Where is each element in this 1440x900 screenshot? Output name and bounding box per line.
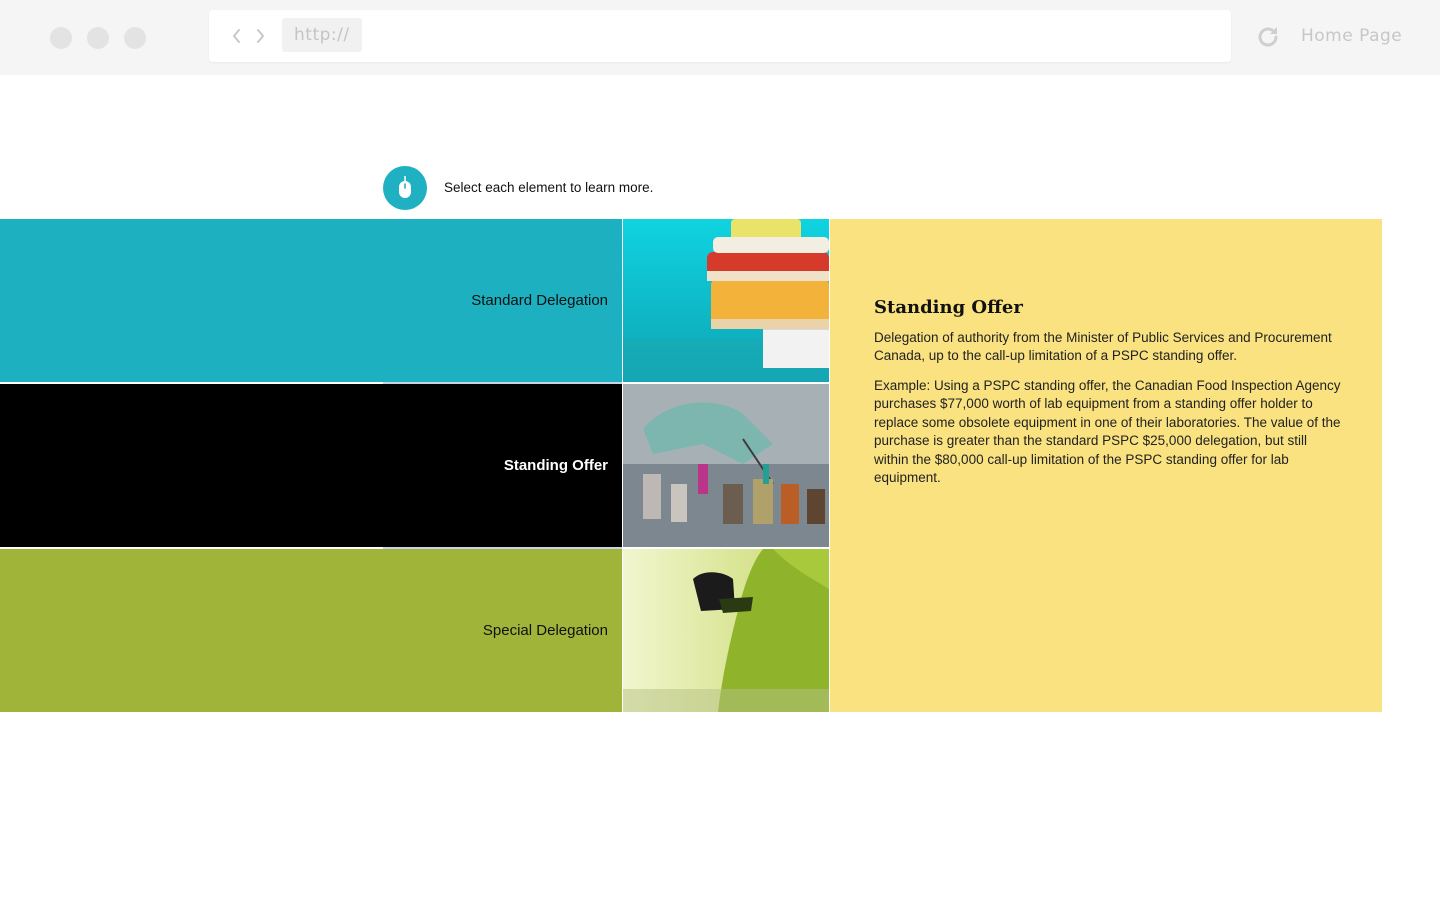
car-image[interactable] [623, 549, 829, 712]
panel-description: Delegation of authority from the Ministe… [874, 330, 1332, 364]
lab-image[interactable] [623, 384, 829, 547]
option-label: Standard Delegation [471, 291, 608, 309]
instruction-text: Select each element to learn more. [444, 180, 654, 195]
reload-icon[interactable] [1255, 24, 1281, 50]
mouse-icon [383, 166, 427, 210]
window-maximize-dot[interactable] [124, 27, 146, 49]
browser-toolbar: http:// Home Page [0, 0, 1440, 75]
info-panel: Standing Offer Delegation of authority f… [830, 219, 1382, 712]
row-divider [383, 547, 622, 549]
home-page-link[interactable]: Home Page [1301, 24, 1402, 48]
row-divider [383, 382, 622, 384]
window-minimize-dot[interactable] [87, 27, 109, 49]
option-label: Special Delegation [482, 621, 608, 639]
chevron-left-icon[interactable] [229, 26, 245, 46]
option-label: Standing Offer [503, 456, 608, 474]
panel-title: Standing Offer [874, 297, 1023, 318]
option-standing-offer[interactable]: Standing Offer [0, 384, 622, 547]
chevron-right-icon[interactable] [252, 26, 268, 46]
window-close-dot[interactable] [50, 27, 72, 49]
panel-example: Example: Using a PSPC standing offer, th… [874, 378, 1341, 486]
books-image[interactable] [623, 219, 829, 382]
option-special-delegation[interactable]: Special Delegation [0, 549, 622, 712]
url-text[interactable]: http:// [282, 18, 362, 52]
option-standard-delegation[interactable]: Standard Delegation [0, 219, 622, 382]
address-bar[interactable]: http:// [209, 10, 1231, 62]
